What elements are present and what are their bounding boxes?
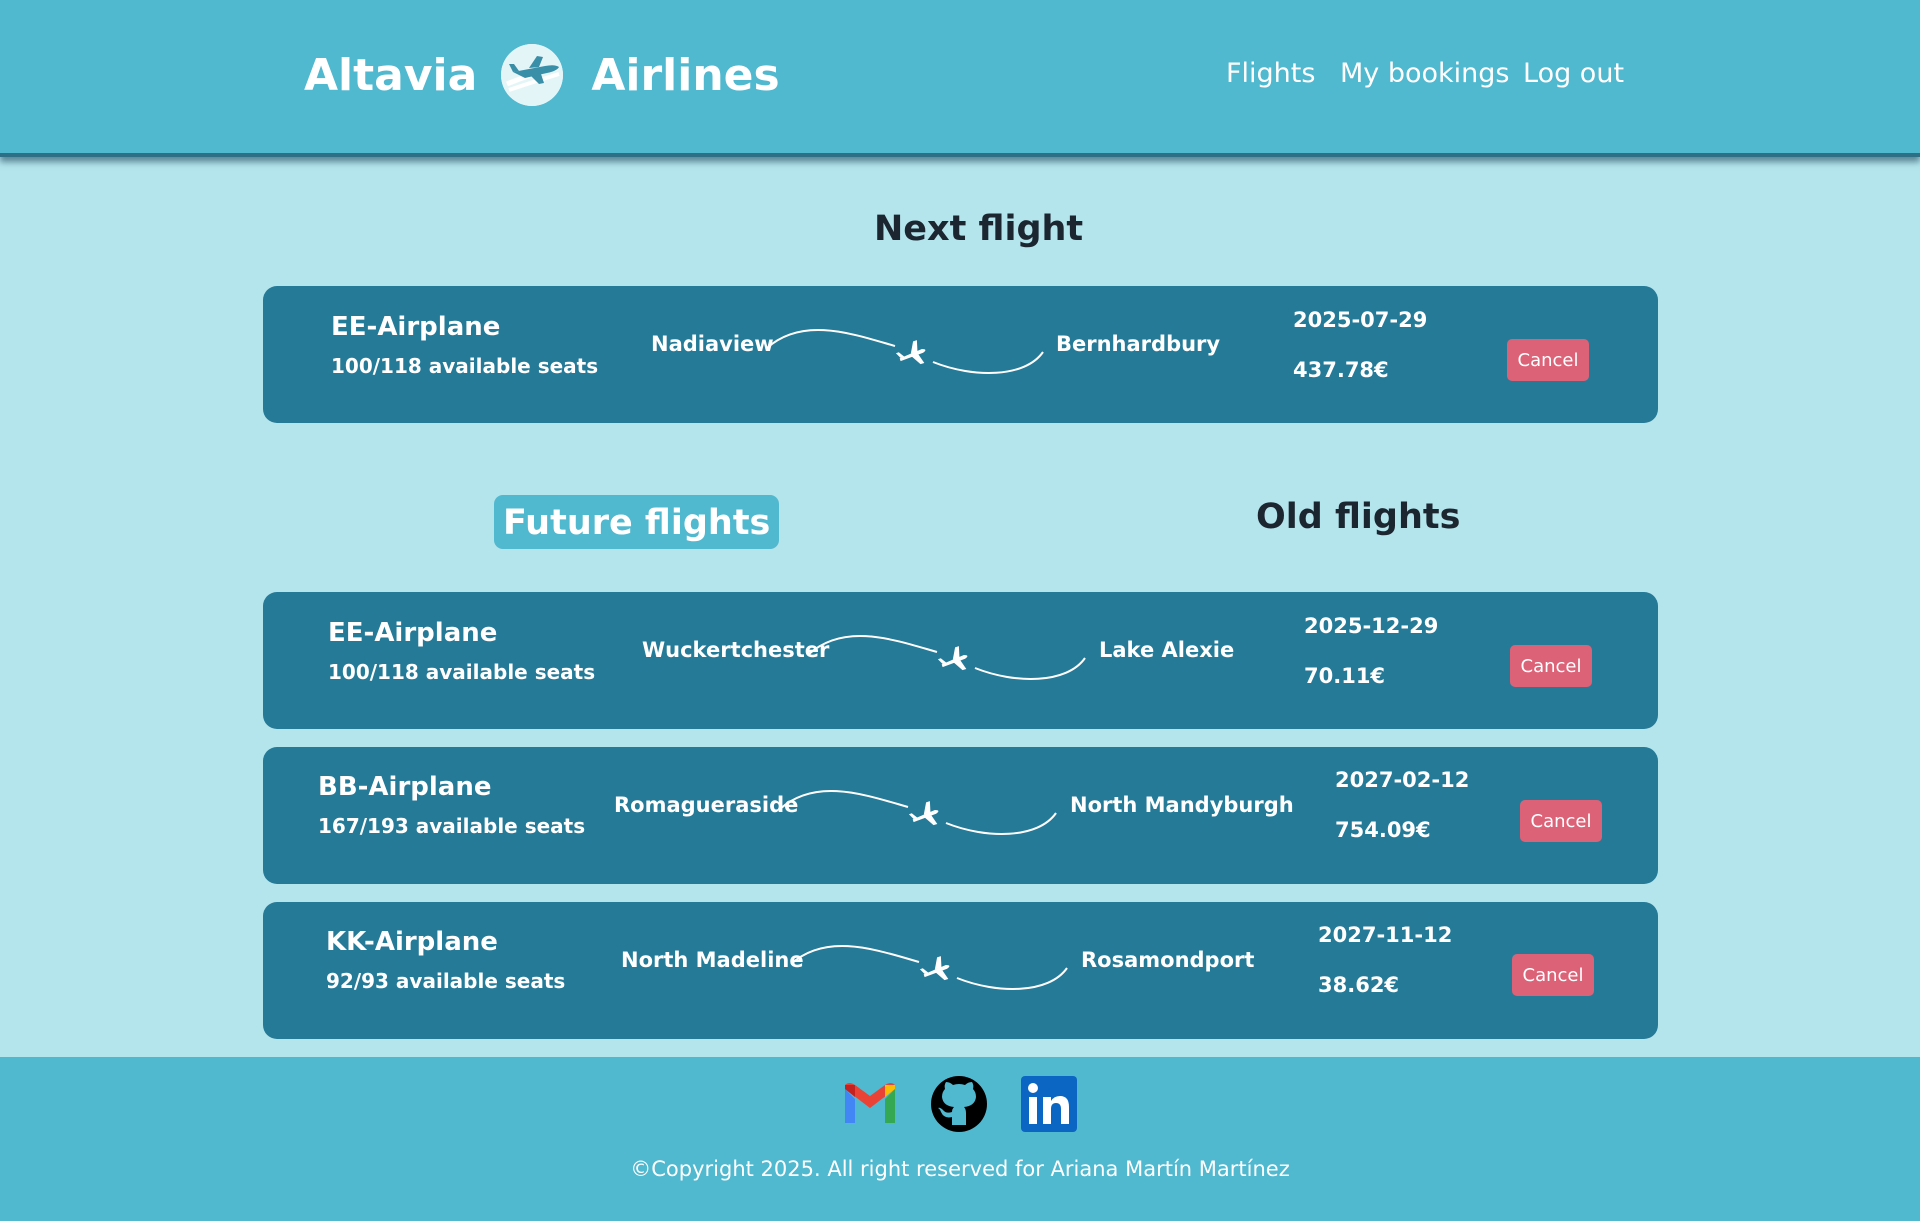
nav-link-my-bookings[interactable]: My bookings [1340,58,1510,89]
flight-date: 2027-11-12 [1318,923,1453,947]
flight-card: KK-Airplane 92/93 available seats North … [263,902,1658,1039]
tab-future-flights[interactable]: Future flights [494,495,780,549]
brand-name-right: Airlines [591,49,780,101]
cancel-button[interactable]: Cancel [1510,645,1592,687]
flight-card: EE-Airplane 100/118 available seats Wuck… [263,592,1658,729]
plane-name: BB-Airplane [318,772,492,802]
available-seats: 100/118 available seats [328,660,596,684]
flight-date: 2027-02-12 [1335,768,1470,792]
flight-price: 38.62€ [1318,973,1400,997]
flight-route-icon [808,635,1086,680]
flight-route-icon [779,790,1057,835]
brand[interactable]: Altavia Airlines [304,44,780,106]
next-flight-card: EE-Airplane 100/118 available seats Nadi… [263,286,1658,423]
destination-city: Bernhardbury [1056,332,1221,356]
tab-old-flights[interactable]: Old flights [1256,497,1460,537]
nav-link-flights[interactable]: Flights [1226,58,1315,89]
origin-city: Romagueraside [614,793,799,817]
next-flight-title: Next flight [874,209,1084,249]
flight-price: 754.09€ [1335,818,1431,842]
flight-route-icon [766,329,1044,374]
copyright-text: ©Copyright 2025. All right reserved for … [630,1157,1290,1181]
destination-city: North Mandyburgh [1070,793,1294,817]
cancel-button[interactable]: Cancel [1507,339,1589,381]
plane-name: EE-Airplane [331,312,501,342]
plane-name: EE-Airplane [328,618,498,648]
origin-city: Nadiaview [651,332,774,356]
airplane-logo-icon [501,44,564,106]
flight-date: 2025-12-29 [1304,614,1439,638]
origin-city: North Madeline [621,948,804,972]
nav-link-log-out[interactable]: Log out [1523,58,1624,89]
github-icon[interactable] [930,1075,988,1133]
flight-date: 2025-07-29 [1293,308,1428,332]
flight-price: 70.11€ [1304,664,1386,688]
destination-city: Rosamondport [1081,948,1255,972]
brand-name-left: Altavia [304,49,478,101]
available-seats: 167/193 available seats [318,814,586,838]
footer: ©Copyright 2025. All right reserved for … [0,1057,1920,1221]
available-seats: 92/93 available seats [326,969,566,993]
cancel-button[interactable]: Cancel [1520,800,1602,842]
cancel-button[interactable]: Cancel [1512,954,1594,996]
flight-price: 437.78€ [1293,358,1389,382]
origin-city: Wuckertchester [642,638,830,662]
flight-route-icon [790,945,1068,990]
destination-city: Lake Alexie [1099,638,1235,662]
available-seats: 100/118 available seats [331,354,599,378]
linkedin-icon[interactable] [1020,1075,1078,1133]
header: Altavia Airlines Flights My bookings Log… [0,0,1920,153]
gmail-icon[interactable] [841,1075,899,1133]
flight-card: BB-Airplane 167/193 available seats Roma… [263,747,1658,884]
plane-name: KK-Airplane [326,927,498,957]
